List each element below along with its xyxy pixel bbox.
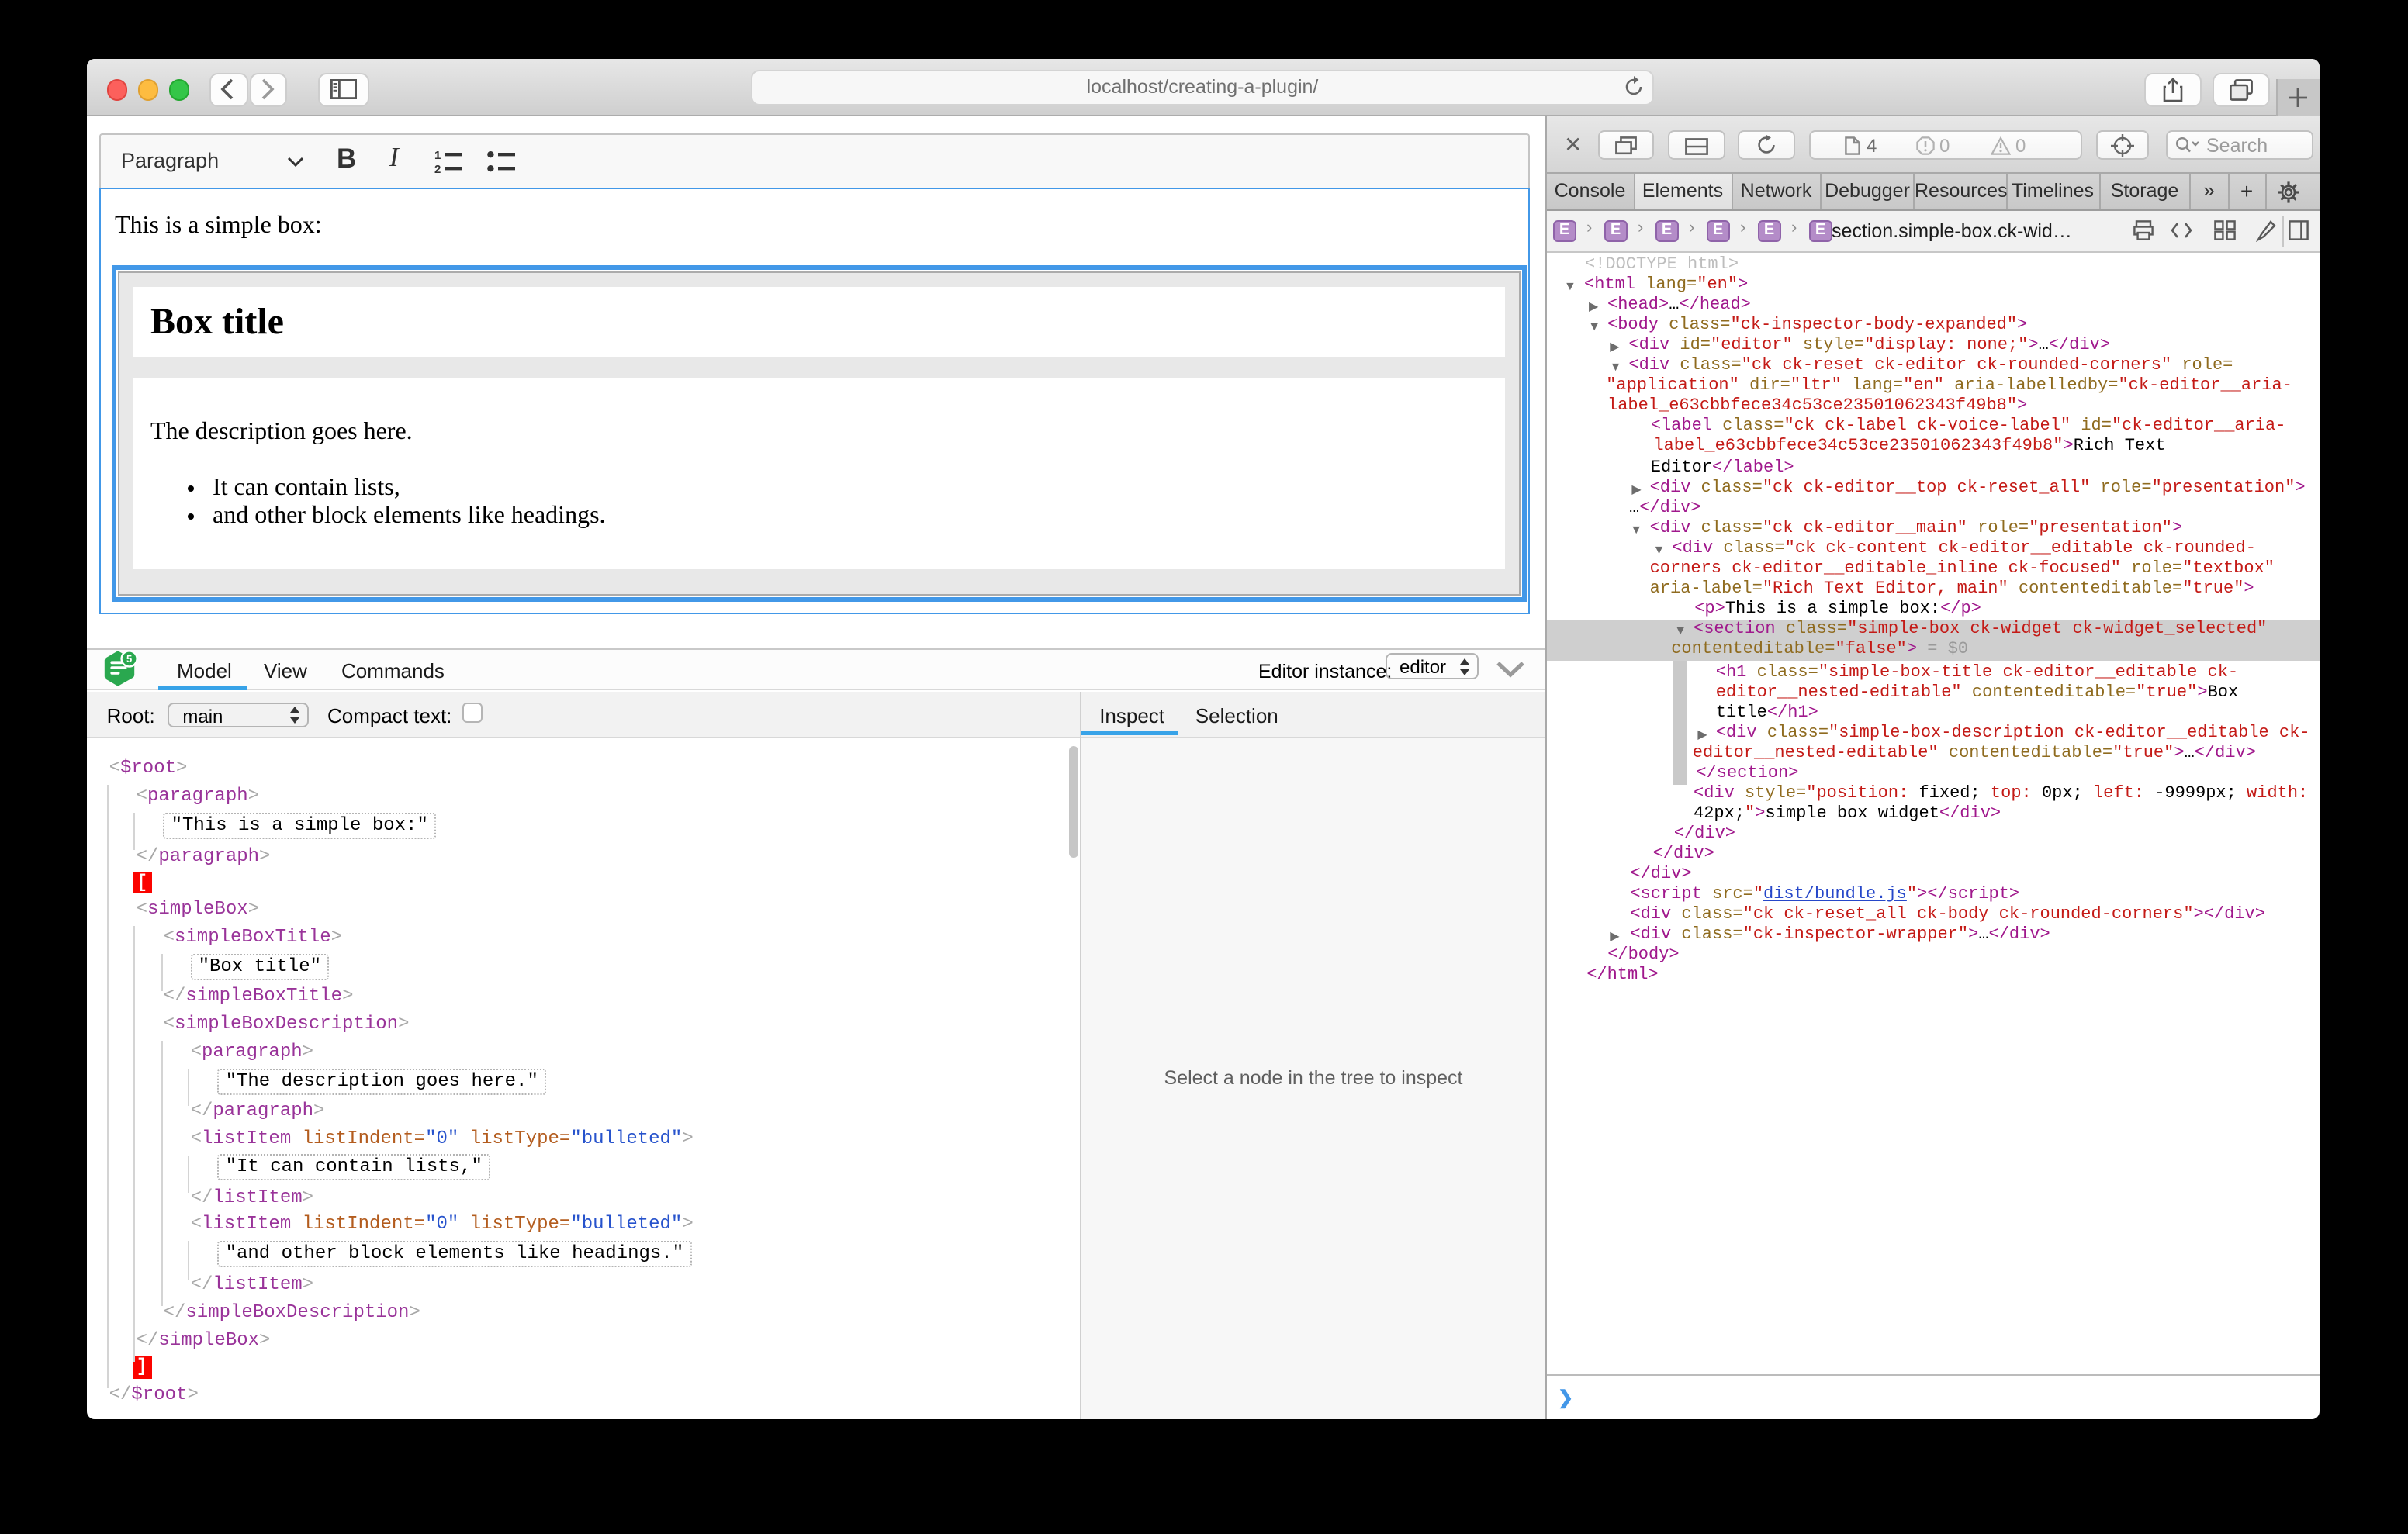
svg-text:5: 5 xyxy=(126,653,132,665)
svg-text:1: 1 xyxy=(434,149,441,162)
svg-text:2: 2 xyxy=(434,163,441,174)
